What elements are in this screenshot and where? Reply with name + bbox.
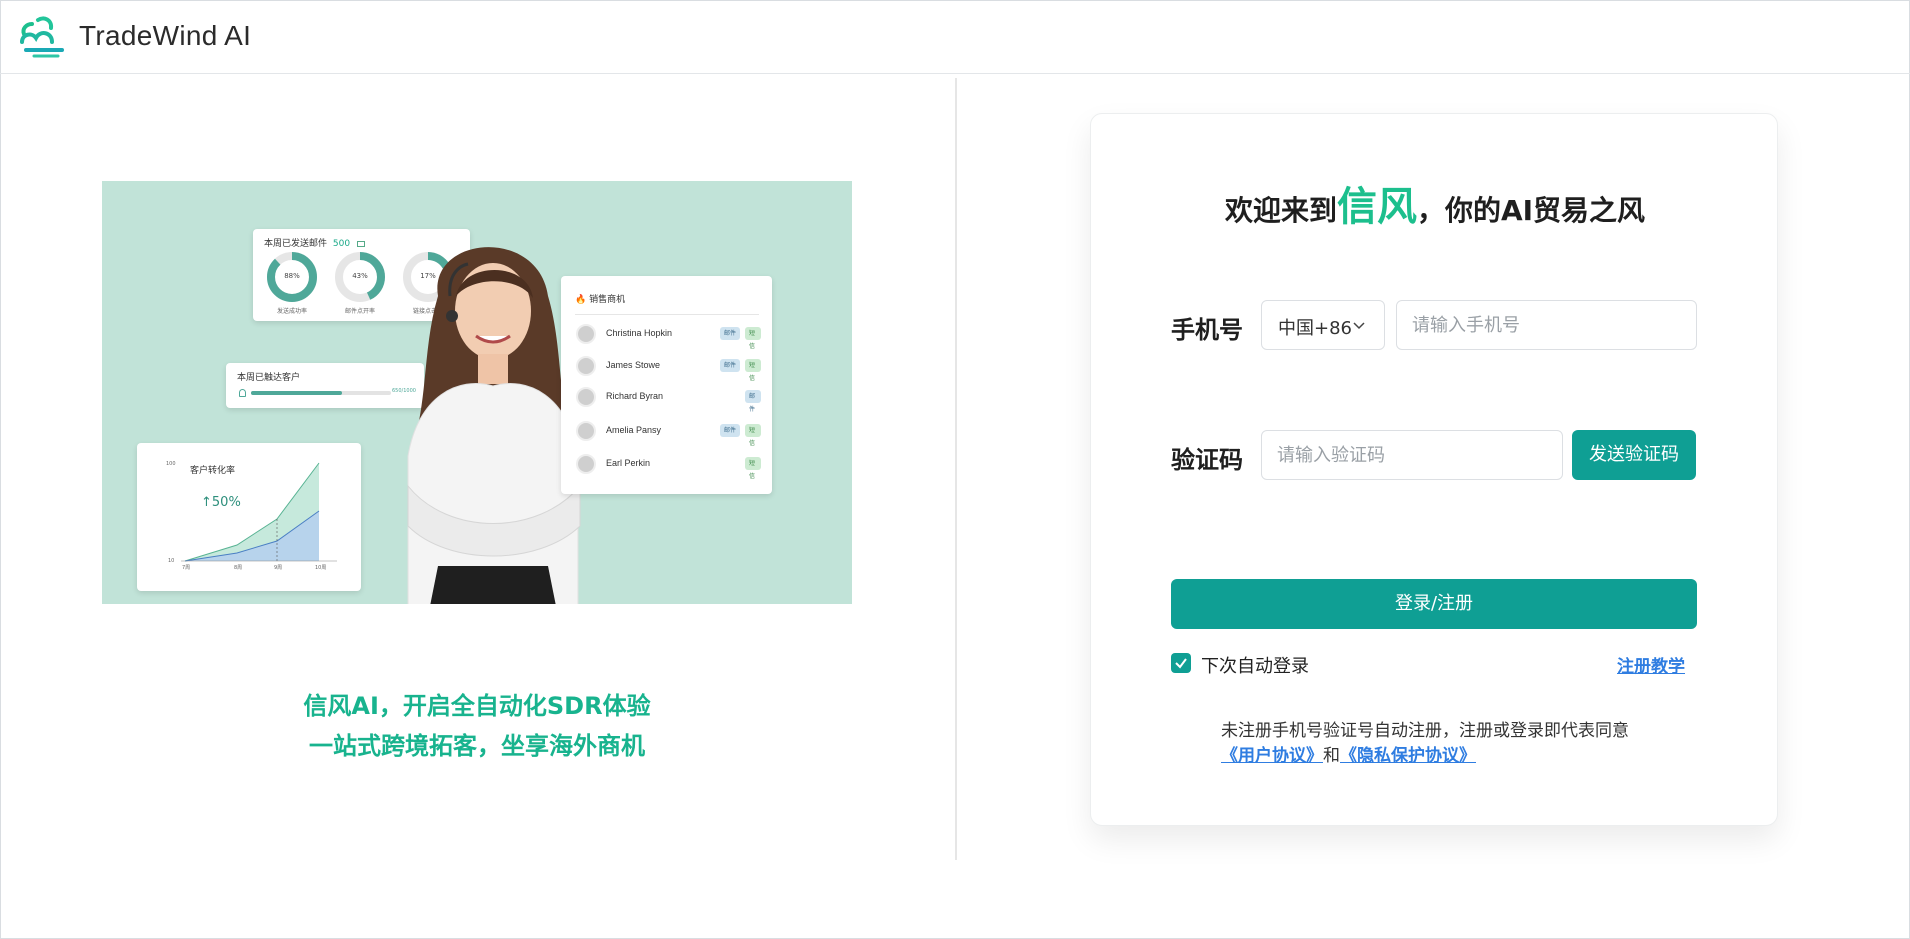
check-icon <box>1175 658 1187 669</box>
country-code-value: 中国+86 <box>1278 318 1352 339</box>
list-item: Christina Hopkin 邮件 短信 <box>576 322 761 350</box>
fire-icon: 🔥 <box>575 295 587 305</box>
reach-card-title: 本周已触达客户 <box>237 373 301 383</box>
login-register-button[interactable]: 登录/注册 <box>1171 579 1697 629</box>
welcome-accent: 信风 <box>1336 184 1417 230</box>
send-code-button[interactable]: 发送验证码 <box>1572 430 1696 480</box>
y-max-label: 100 <box>166 461 176 467</box>
sales-opportunities-card: 🔥 销售商机 Christina Hopkin 邮件 短信 James Stow… <box>561 276 772 494</box>
hero-illustration: 本周已发送邮件 500 88% 发送成功率 43% 邮件点开率 17% 链接点击… <box>102 181 852 604</box>
vertical-divider <box>955 78 957 860</box>
conversion-chart <box>181 462 337 562</box>
emails-card-count: 500 <box>332 239 351 249</box>
sms-tag: 短信 <box>745 327 761 350</box>
sms-tag: 短信 <box>745 359 761 382</box>
registration-tutorial-link[interactable]: 注册教学 <box>1617 652 1685 677</box>
verification-code-input[interactable] <box>1261 430 1563 480</box>
agreement-text: 未注册手机号验证号自动注册，注册或登录即代表同意 <box>1221 721 1629 741</box>
x-label-3: 9周 <box>274 565 283 571</box>
welcome-title: 欢迎来到信风，你的AI贸易之风 <box>1091 174 1779 232</box>
sales-card-title: 销售商机 <box>589 295 626 305</box>
welcome-prefix: 欢迎来到 <box>1224 194 1337 227</box>
avatar <box>576 356 596 376</box>
y-min-label: 10 <box>168 558 175 564</box>
code-label: 验证码 <box>1171 446 1243 474</box>
x-label-1: 7周 <box>182 565 191 571</box>
slogan-line-2: 一站式跨境拓客，坐享海外商机 <box>309 732 645 760</box>
emails-card-title: 本周已发送邮件 <box>264 239 328 249</box>
agreement-and: 和 <box>1323 746 1340 766</box>
mail-icon <box>356 240 365 247</box>
phone-input[interactable] <box>1396 300 1697 350</box>
auto-login-label: 下次自动登录 <box>1201 656 1309 677</box>
list-item: Earl Perkin 短信 <box>576 452 761 480</box>
email-tag: 邮件 <box>720 359 741 372</box>
avatar <box>576 387 596 407</box>
contact-name: James Stowe <box>606 360 661 370</box>
top-header: TradeWind AI <box>0 0 1910 74</box>
welcome-suffix: ，你的AI贸易之风 <box>1416 194 1646 227</box>
brand-name: TradeWind AI <box>79 20 252 51</box>
email-tag: 邮件 <box>720 424 741 437</box>
x-label-4: 10周 <box>315 565 327 571</box>
login-card: 欢迎来到信风，你的AI贸易之风 手机号 中国+86 验证码 发送验证码 登录/注… <box>1090 113 1778 826</box>
reach-progress-fill <box>251 391 342 395</box>
conversion-rate-card: 客户转化率 ↑50% 100 10 7周 8周 9周 10周 <box>137 443 361 591</box>
user-agreement-link[interactable]: 《用户协议》 <box>1221 746 1323 766</box>
sms-tag: 短信 <box>745 457 761 480</box>
user-icon <box>239 389 246 397</box>
agreement-links: 《用户协议》和《隐私保护协议》 <box>1221 741 1476 766</box>
country-code-select[interactable]: 中国+86 <box>1261 300 1385 350</box>
donut-value-1: 88% <box>284 272 300 280</box>
sms-tag: 短信 <box>745 424 761 447</box>
sales-card-divider <box>575 314 759 315</box>
wind-cloud-logo-icon[interactable] <box>18 16 66 58</box>
list-item: Richard Byran 邮件 <box>576 385 761 413</box>
chevron-down-icon <box>1353 322 1365 330</box>
auto-login-checkbox[interactable] <box>1171 653 1191 673</box>
contact-name: Christina Hopkin <box>606 328 673 338</box>
contact-name: Amelia Pansy <box>606 425 662 435</box>
avatar <box>576 421 596 441</box>
avatar <box>576 454 596 474</box>
x-label-2: 8周 <box>234 565 243 571</box>
contact-name: Richard Byran <box>606 391 664 401</box>
privacy-agreement-link[interactable]: 《隐私保护协议》 <box>1340 746 1476 766</box>
email-tag: 邮件 <box>720 327 741 340</box>
donut-label-1: 发送成功率 <box>276 308 307 315</box>
avatar <box>576 324 596 344</box>
list-item: James Stowe 邮件 短信 <box>576 354 761 382</box>
slogan-line-1: 信风AI，开启全自动化SDR体验 <box>303 692 651 720</box>
email-tag: 邮件 <box>745 390 761 413</box>
list-item: Amelia Pansy 邮件 短信 <box>576 419 761 447</box>
contact-name: Earl Perkin <box>606 458 651 468</box>
phone-label: 手机号 <box>1171 316 1243 344</box>
